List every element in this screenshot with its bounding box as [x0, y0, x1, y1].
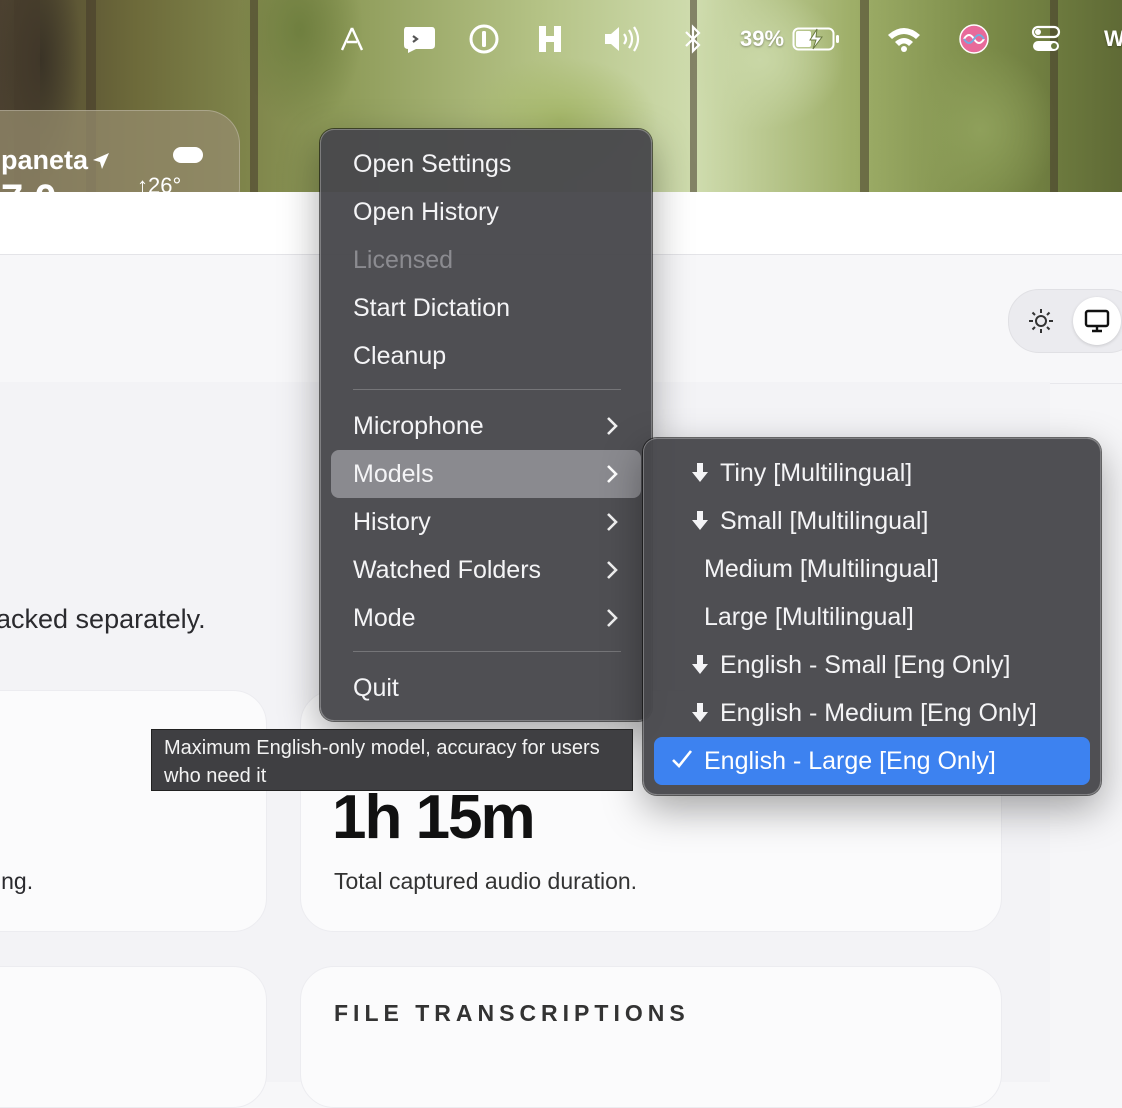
weather-widget[interactable]: paneta 7,0 ↑26°: [0, 110, 240, 192]
model-item-english-medium[interactable]: English - Medium [Eng Only]: [654, 689, 1090, 737]
location-arrow-icon: [93, 153, 109, 169]
models-submenu: Tiny [Multilingual] Small [Multilingual]…: [643, 438, 1101, 795]
weather-temp-high: ↑26°: [137, 173, 182, 192]
h-app-icon[interactable]: [536, 18, 564, 60]
model-item-medium-multilingual[interactable]: Medium [Multilingual]: [654, 545, 1090, 593]
adobe-icon[interactable]: [338, 18, 366, 60]
model-item-english-large[interactable]: English - Large [Eng Only]: [654, 737, 1090, 785]
password-manager-icon[interactable]: [468, 18, 500, 60]
stat-value: 1h 15m: [332, 783, 536, 852]
file-transcriptions-card: [300, 966, 1002, 1108]
download-arrow-icon: [692, 463, 708, 482]
menu-item-watched-folders[interactable]: Watched Folders: [331, 546, 641, 594]
menu-separator: [353, 651, 621, 652]
battery-charging-icon: [792, 27, 840, 51]
control-center-icon[interactable]: [1030, 18, 1062, 60]
battery-percent: 39%: [740, 26, 785, 51]
section-card: [0, 966, 267, 1108]
cloud-icon: [173, 147, 203, 163]
model-item-english-small[interactable]: English - Small [Eng Only]: [654, 641, 1090, 689]
chevron-right-icon: [607, 609, 618, 627]
volume-icon[interactable]: [602, 18, 644, 60]
menu-item-cleanup[interactable]: Cleanup: [331, 332, 641, 380]
status-menu: Open Settings Open History Licensed Star…: [320, 129, 652, 721]
chevron-right-icon: [607, 417, 618, 435]
menu-item-start-dictation[interactable]: Start Dictation: [331, 284, 641, 332]
bluetooth-icon[interactable]: [682, 18, 704, 60]
menu-item-quit[interactable]: Quit: [331, 664, 641, 712]
chevron-right-icon: [607, 513, 618, 531]
menu-item-microphone[interactable]: Microphone: [331, 402, 641, 450]
download-arrow-icon: [692, 703, 708, 722]
checkmark-icon: [672, 750, 693, 768]
menu-item-models[interactable]: Models: [331, 450, 641, 498]
download-arrow-icon: [692, 655, 708, 674]
menu-item-licensed: Licensed: [353, 245, 454, 274]
stat-description: ing.: [0, 868, 34, 894]
weather-city: paneta: [1, 145, 89, 175]
section-title: FILE TRANSCRIPTIONS: [334, 1000, 690, 1026]
tree-trunk: [250, 0, 258, 192]
download-arrow-icon: [692, 511, 708, 530]
chat-app-icon[interactable]: [402, 18, 436, 60]
description-text: acked separately.: [0, 604, 206, 634]
menu-item-history[interactable]: History: [331, 498, 641, 546]
menu-separator: [353, 389, 621, 390]
menu-bar: 39% W: [330, 18, 1122, 60]
weather-temp-big: 7,0: [1, 177, 57, 192]
chevron-right-icon: [607, 465, 618, 483]
menu-item-open-history[interactable]: Open History: [331, 188, 641, 236]
sun-icon[interactable]: [1017, 297, 1065, 345]
monitor-icon[interactable]: [1073, 297, 1121, 345]
wifi-icon[interactable]: [886, 18, 922, 60]
theme-toggle[interactable]: [1008, 289, 1122, 353]
stat-description: Total captured audio duration.: [334, 868, 638, 894]
model-tooltip: Maximum English-only model, accuracy for…: [151, 729, 633, 791]
model-item-large-multilingual[interactable]: Large [Multilingual]: [654, 593, 1090, 641]
menu-item-mode[interactable]: Mode: [331, 594, 641, 642]
model-item-small-multilingual[interactable]: Small [Multilingual]: [654, 497, 1090, 545]
menubar-partial-item[interactable]: W: [1104, 18, 1122, 60]
chevron-right-icon: [607, 561, 618, 579]
siri-icon[interactable]: [958, 18, 990, 60]
battery-status[interactable]: 39%: [740, 18, 842, 60]
model-item-tiny-multilingual[interactable]: Tiny [Multilingual]: [654, 449, 1090, 497]
stat-card: [0, 690, 267, 932]
menu-item-open-settings[interactable]: Open Settings: [331, 140, 641, 188]
